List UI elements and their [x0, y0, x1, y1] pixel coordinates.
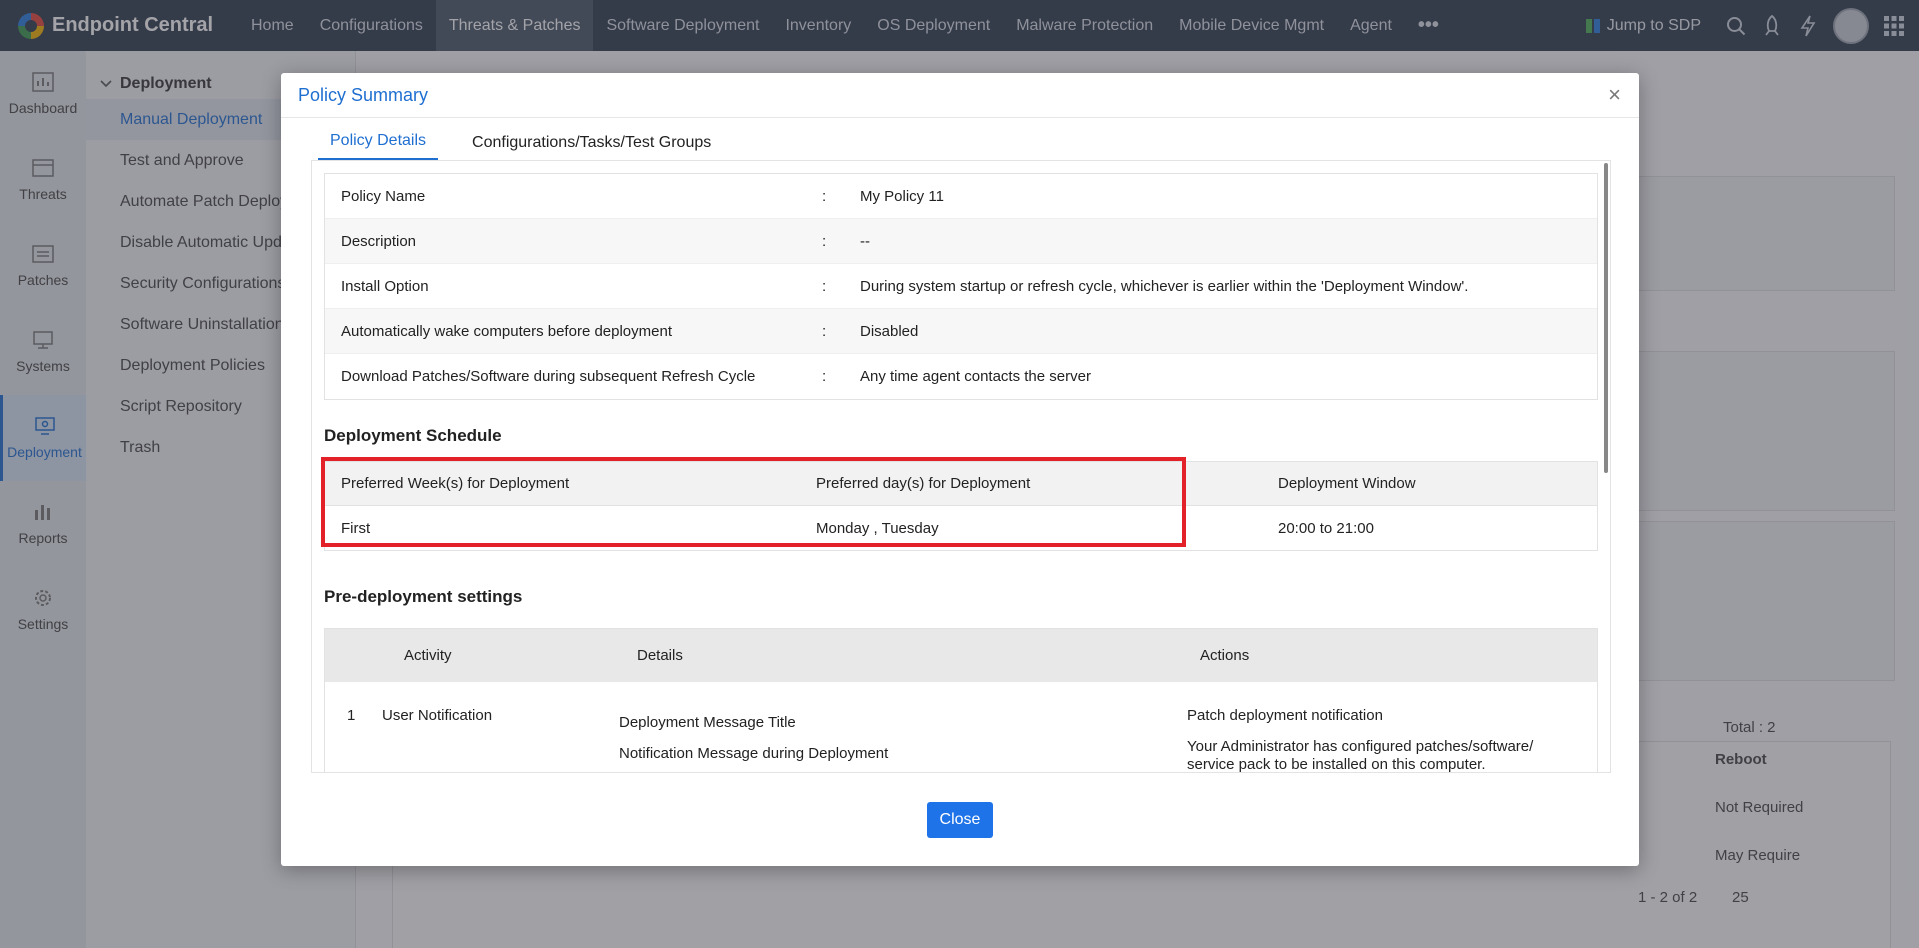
separator: :: [822, 277, 827, 295]
column-header: Actions: [1200, 647, 1250, 664]
detail-key: Automatically wake computers before depl…: [341, 322, 672, 340]
close-button[interactable]: Close: [926, 801, 994, 838]
details-cell: Deployment Message Title Notification Me…: [619, 707, 1187, 772]
pre-deployment-header-row: Activity Details Actions: [325, 629, 1597, 682]
row-number: 1: [347, 707, 356, 724]
action-line: Your Administrator has configured patche…: [1187, 738, 1534, 773]
deployment-schedule-title: Deployment Schedule: [324, 426, 502, 445]
close-icon[interactable]: ×: [1608, 84, 1621, 106]
detail-row: Download Patches/Software during subsequ…: [325, 354, 1597, 399]
column-header: Deployment Window: [1278, 475, 1416, 492]
tab-policy-details[interactable]: Policy Details: [318, 132, 439, 160]
separator: :: [822, 368, 827, 385]
dialog-footer: Close: [281, 773, 1639, 866]
action-line: Patch deployment notification: [1187, 707, 1383, 724]
policy-summary-dialog: Policy Summary × Policy Details Configur…: [281, 73, 1639, 866]
dialog-tabs: Policy Details Configurations/Tasks/Test…: [281, 118, 1639, 160]
detail-value: During system startup or refresh cycle, …: [860, 277, 1469, 295]
detail-key: Install Option: [341, 277, 429, 295]
column-header: Activity: [404, 647, 452, 664]
pre-deployment-row: 1 User Notification Deployment Message T…: [325, 682, 1597, 773]
detail-value: Disabled: [860, 322, 919, 340]
detail-value: --: [860, 232, 870, 250]
highlight-box: [321, 457, 1186, 547]
tab-configurations-tasks-test-groups[interactable]: Configurations/Tasks/Test Groups: [460, 134, 723, 160]
deployment-window-cell: 20:00 to 21:00: [1278, 519, 1374, 537]
detail-key: Description: [341, 232, 417, 250]
detail-value: Any time agent contacts the server: [860, 368, 1091, 385]
activity-cell: User Notification: [382, 707, 493, 724]
detail-row: Policy Name: My Policy 11: [325, 174, 1597, 219]
policy-details-scroll-area[interactable]: Policy Name: My Policy 11 Description: -- …: [311, 160, 1611, 773]
detail-value: My Policy 11: [860, 187, 944, 205]
detail-key: Download Patches/Software during subsequ…: [341, 368, 756, 385]
separator: :: [822, 232, 827, 250]
dialog-header: Policy Summary ×: [281, 73, 1639, 118]
pre-deployment-table: Activity Details Actions 1 User Notifica…: [324, 628, 1598, 773]
detail-line: Notification Message during Deployment: [619, 745, 889, 762]
vertical-scrollbar[interactable]: [1604, 163, 1608, 473]
policy-details-table: Policy Name: My Policy 11 Description: -- …: [324, 173, 1598, 400]
detail-line: Deployment Message Title: [619, 714, 796, 731]
pre-deployment-settings-title: Pre-deployment settings: [324, 587, 523, 606]
separator: :: [822, 322, 827, 340]
actions-cell: Patch deployment notification Your Admin…: [1187, 707, 1597, 773]
column-header: Details: [637, 647, 683, 664]
detail-row: Automatically wake computers before depl…: [325, 309, 1597, 354]
detail-key: Policy Name: [341, 187, 426, 205]
detail-row: Install Option: During system startup or …: [325, 264, 1597, 309]
dialog-title: Policy Summary: [298, 84, 429, 105]
separator: :: [822, 187, 827, 205]
detail-row: Description: --: [325, 219, 1597, 264]
